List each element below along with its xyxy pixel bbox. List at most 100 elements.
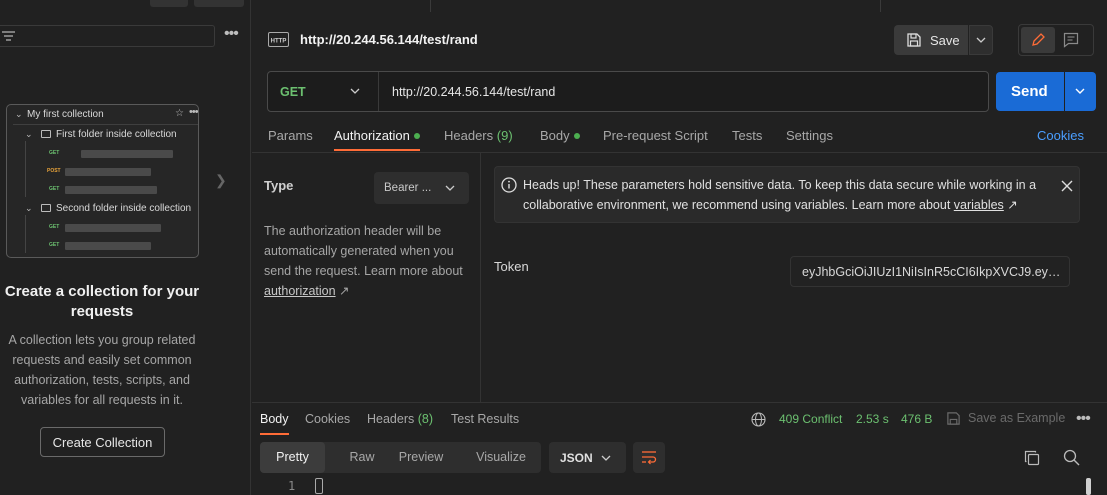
globe-icon[interactable]: [751, 412, 766, 427]
wrap-icon: [642, 451, 657, 465]
variables-link[interactable]: variables: [954, 198, 1004, 212]
tab-body[interactable]: Body: [540, 128, 580, 143]
preview-folder-name: Second folder inside collection: [56, 203, 192, 214]
format-pretty[interactable]: Pretty: [260, 442, 325, 473]
auth-type-panel: Type Bearer ... The authorization header…: [252, 153, 481, 402]
preview-collection-row: ⌄ My first collection ☆ •••: [15, 106, 198, 123]
tab-tests[interactable]: Tests: [732, 128, 762, 143]
sidebar-filter-input[interactable]: [0, 25, 215, 47]
close-icon[interactable]: [1061, 180, 1073, 192]
external-link-icon: ↗: [1003, 198, 1018, 212]
divider: [13, 124, 198, 125]
placeholder-bar: [81, 150, 173, 158]
placeholder-bar: [65, 224, 161, 232]
word-wrap-button[interactable]: [633, 442, 665, 473]
tab-response-cookies[interactable]: Cookies: [305, 412, 350, 426]
method-badge: GET: [49, 242, 60, 248]
tab-settings[interactable]: Settings: [786, 128, 833, 143]
request-tab[interactable]: [266, 0, 426, 10]
tab-headers[interactable]: Headers (9): [444, 128, 513, 143]
comment-icon: [1063, 32, 1079, 48]
method-badge: GET: [49, 150, 60, 156]
tab-test-results[interactable]: Test Results: [451, 412, 519, 426]
auth-description: The authorization header will be automat…: [264, 221, 470, 301]
format-preview[interactable]: Preview: [394, 442, 448, 473]
search-icon[interactable]: [1063, 449, 1080, 466]
save-icon: [947, 412, 960, 425]
copy-icon[interactable]: [1024, 450, 1040, 466]
code-cursor[interactable]: [315, 478, 323, 494]
tab-authorization-label: Authorization: [334, 128, 410, 143]
chevron-right-icon: ❯: [215, 172, 227, 188]
token-label: Token: [494, 259, 529, 274]
active-tab-indicator: [260, 433, 289, 435]
response-status[interactable]: 409 Conflict: [779, 412, 842, 426]
save-dropdown-button[interactable]: [969, 25, 993, 55]
tab-headers-label: Headers: [444, 128, 494, 143]
token-input[interactable]: eyJhbGciOiJIUzI1NiIsInR5cCI6IkpXVCJ9.eyJ…: [790, 256, 1070, 287]
external-link-icon: ↗: [335, 284, 350, 298]
method-select[interactable]: GET: [268, 72, 379, 111]
placeholder-bar: [65, 186, 157, 194]
view-mode-toggle: [1018, 24, 1094, 56]
scrollbar[interactable]: [1086, 478, 1091, 495]
preview-request-row: GET: [49, 238, 189, 254]
auth-type-value: Bearer ...: [384, 182, 432, 194]
more-icon[interactable]: •••: [1076, 410, 1091, 428]
language-select[interactable]: JSON: [549, 442, 626, 473]
sensitive-data-alert: Heads up! These parameters hold sensitiv…: [494, 166, 1080, 223]
response-size[interactable]: 476 B: [901, 412, 932, 426]
empty-state-description: A collection lets you group related requ…: [8, 333, 196, 407]
auth-type-select[interactable]: Bearer ...: [374, 172, 469, 204]
send-button[interactable]: Send: [996, 72, 1064, 111]
preview-collection-name: My first collection: [27, 109, 104, 120]
tab-response-body[interactable]: Body: [260, 412, 289, 426]
sidebar-new-button[interactable]: [150, 0, 188, 7]
divider: [880, 0, 881, 12]
folder-icon: [41, 130, 51, 138]
preview-folder-name: First folder inside collection: [56, 129, 177, 140]
line-number: 1: [288, 479, 296, 493]
more-icon: •••: [189, 106, 198, 118]
response-headers-count: (8): [417, 412, 434, 426]
empty-state-title: Create a collection for your requests: [4, 283, 200, 320]
preview-request-row: POST: [47, 164, 187, 180]
send-label: Send: [1011, 83, 1048, 100]
tab-authorization[interactable]: Authorization: [334, 128, 420, 143]
auth-type-label: Type: [264, 178, 294, 193]
chevron-down-icon: [445, 185, 455, 191]
format-visualize[interactable]: Visualize: [468, 442, 534, 473]
chevron-down-icon: [601, 455, 611, 461]
tab-pre-request-script[interactable]: Pre-request Script: [603, 128, 708, 143]
url-input[interactable]: http://20.244.56.144/test/rand: [392, 85, 555, 99]
chevron-down-icon: [976, 37, 986, 43]
save-button[interactable]: Save: [894, 25, 968, 55]
cookies-link[interactable]: Cookies: [1037, 128, 1084, 143]
status-dot: [573, 132, 580, 139]
request-title[interactable]: http://20.244.56.144/test/rand: [300, 32, 478, 47]
url-bar: GET http://20.244.56.144/test/rand: [267, 71, 989, 112]
format-raw[interactable]: Raw: [332, 442, 392, 473]
response-time[interactable]: 2.53 s: [856, 412, 889, 426]
create-collection-button[interactable]: Create Collection: [40, 427, 165, 457]
sidebar-more-icon[interactable]: •••: [224, 26, 240, 43]
sidebar-import-button[interactable]: [194, 0, 244, 7]
star-icon: ☆: [175, 108, 184, 119]
chevron-down-icon: ⌄: [25, 129, 33, 139]
method-badge: POST: [47, 168, 61, 174]
filter-icon[interactable]: [2, 30, 16, 42]
response-format-tabs: Pretty Raw Preview Visualize: [260, 442, 541, 473]
tree-line: [25, 141, 26, 197]
http-request-icon: HTTP: [268, 32, 289, 47]
tab-response-headers[interactable]: Headers (8): [367, 412, 433, 426]
tab-params[interactable]: Params: [268, 128, 313, 143]
active-tab-indicator: [334, 149, 420, 151]
method-badge: GET: [49, 186, 60, 192]
send-dropdown-button[interactable]: [1065, 72, 1096, 111]
folder-icon: [41, 204, 51, 212]
placeholder-bar: [65, 242, 151, 250]
chevron-down-icon: [350, 88, 360, 94]
edit-mode-button[interactable]: [1021, 27, 1055, 53]
save-label: Save: [930, 33, 960, 48]
authorization-link[interactable]: authorization: [264, 284, 336, 298]
